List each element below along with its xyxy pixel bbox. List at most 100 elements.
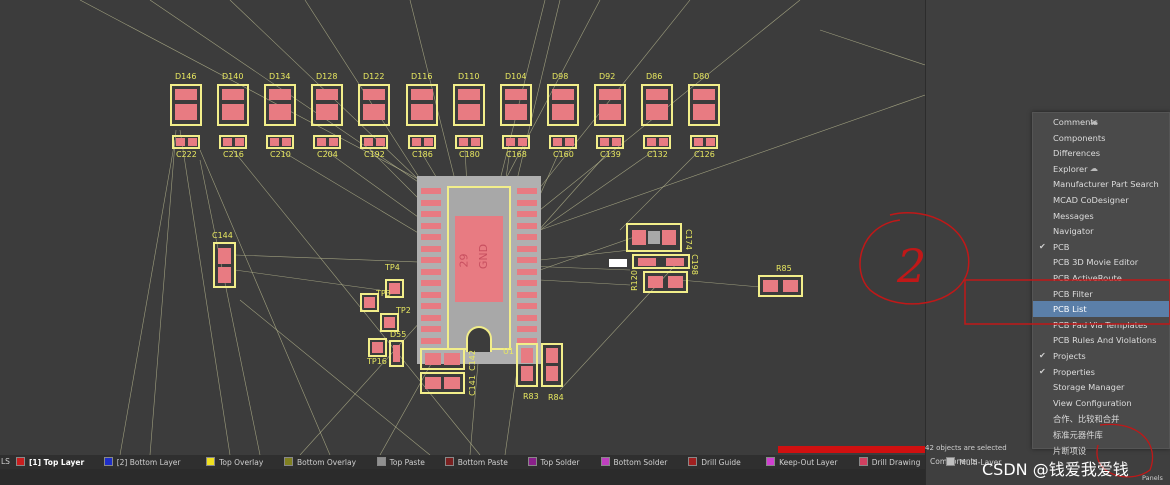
- layer-tab-8[interactable]: Drill Guide: [688, 457, 741, 467]
- panels-menu[interactable]: Comments ☁ Components Differences Explorer …: [1032, 112, 1170, 456]
- ratsnest-line: [199, 149, 331, 455]
- pad: [521, 348, 533, 363]
- panel-menu-item-20[interactable]: 标准元器件库: [1033, 426, 1169, 442]
- component-c192[interactable]: [360, 135, 388, 149]
- tab-panels[interactable]: Panels: [1142, 474, 1163, 482]
- status-selection-text: 42 objects are selected: [925, 444, 1007, 452]
- component-d80[interactable]: [688, 84, 720, 126]
- panel-menu-item-4[interactable]: Manufacturer Part Search: [1033, 176, 1169, 192]
- component-c132[interactable]: [643, 135, 671, 149]
- panel-menu-item-15[interactable]: ✔ Projects: [1033, 348, 1169, 364]
- component-d134[interactable]: [264, 84, 296, 126]
- pad: [553, 138, 562, 146]
- layer-tab-1[interactable]: [2] Bottom Layer: [103, 457, 181, 467]
- component-c141[interactable]: [420, 372, 465, 394]
- component-r120[interactable]: [643, 271, 688, 293]
- component-c198[interactable]: [632, 254, 690, 269]
- panel-menu-item-label: Manufacturer Part Search: [1053, 179, 1159, 190]
- component-d55[interactable]: [389, 340, 404, 367]
- component-r85[interactable]: [758, 275, 803, 297]
- ic-pin-number: 29: [457, 253, 471, 268]
- component-c126[interactable]: [690, 135, 718, 149]
- panel-menu-item-0[interactable]: Comments ☁: [1033, 114, 1169, 130]
- component-c160[interactable]: [549, 135, 577, 149]
- label-d128: D128: [316, 72, 338, 81]
- pad: [222, 89, 244, 100]
- component-c204[interactable]: [313, 135, 341, 149]
- component-c222[interactable]: [172, 135, 200, 149]
- panel-menu-item-14[interactable]: PCB Rules And Violations: [1033, 332, 1169, 348]
- panel-menu-item-7[interactable]: Navigator: [1033, 223, 1169, 239]
- component-c168[interactable]: [502, 135, 530, 149]
- pad: [647, 138, 656, 146]
- ic-footprint[interactable]: GND 29: [417, 176, 541, 364]
- ic-pin: [517, 211, 537, 217]
- layer-tab-4[interactable]: Top Paste: [376, 457, 425, 467]
- ic-pin: [421, 199, 441, 206]
- component-d146[interactable]: [170, 84, 202, 126]
- panel-menu-item-19[interactable]: 合作、比较和合并: [1033, 410, 1169, 426]
- small-pad-cluster: [609, 259, 627, 267]
- csdn-watermark: CSDN @钱爱我爱钱: [982, 460, 1129, 479]
- layer-tab-0[interactable]: [1] Top Layer: [16, 457, 84, 467]
- component-c210[interactable]: [266, 135, 294, 149]
- panel-menu-item-2[interactable]: Differences: [1033, 145, 1169, 161]
- pad: [458, 89, 480, 100]
- pad: [506, 138, 515, 146]
- component-d122[interactable]: [358, 84, 390, 126]
- panel-menu-item-label: Storage Manager: [1053, 382, 1125, 393]
- pcb-canvas[interactable]: D146 C222 D140 C216 D134 C210 D128 C204 D122 C192…: [0, 0, 925, 455]
- panel-menu-item-1[interactable]: Components: [1033, 130, 1169, 146]
- label-c132: C132: [647, 150, 668, 159]
- component-d128[interactable]: [311, 84, 343, 126]
- component-d86[interactable]: [641, 84, 673, 126]
- ic-pin: [421, 268, 441, 275]
- panel-menu-item-9[interactable]: PCB 3D Movie Editor: [1033, 254, 1169, 270]
- ratsnest-line: [619, 149, 701, 231]
- component-c180[interactable]: [455, 135, 483, 149]
- component-d104[interactable]: [500, 84, 532, 126]
- check-icon: ✔: [1039, 351, 1046, 360]
- panel-menu-item-10[interactable]: PCB ActiveRoute: [1033, 270, 1169, 286]
- panel-menu-item-16[interactable]: ✔ Properties: [1033, 364, 1169, 380]
- pad: [546, 348, 558, 363]
- component-d98[interactable]: [547, 84, 579, 126]
- layer-tab-7[interactable]: Bottom Solder: [600, 457, 667, 467]
- component-c144[interactable]: [213, 242, 236, 288]
- panel-menu-item-13[interactable]: PCB Pad Via Templates: [1033, 317, 1169, 333]
- panel-menu-item-6[interactable]: Messages: [1033, 208, 1169, 224]
- panel-menu-item-18[interactable]: View Configuration: [1033, 395, 1169, 411]
- layer-tab-5[interactable]: Bottom Paste: [444, 457, 508, 467]
- layer-tab-label: [2] Bottom Layer: [116, 458, 181, 467]
- component-c186[interactable]: [408, 135, 436, 149]
- panel-menu-item-17[interactable]: Storage Manager: [1033, 379, 1169, 395]
- panel-menu-item-12[interactable]: PCB List: [1033, 301, 1169, 317]
- panel-menu-item-5[interactable]: MCAD CoDesigner: [1033, 192, 1169, 208]
- component-c142[interactable]: [420, 348, 465, 370]
- component-r84[interactable]: [541, 343, 563, 387]
- component-tp3[interactable]: [360, 293, 379, 312]
- panel-menu-item-3[interactable]: Explorer ☁: [1033, 161, 1169, 177]
- component-d92[interactable]: [594, 84, 626, 126]
- component-d140[interactable]: [217, 84, 249, 126]
- panel-menu-item-21[interactable]: 片断项设: [1033, 442, 1169, 458]
- component-c216[interactable]: [219, 135, 247, 149]
- layer-tab-2[interactable]: Top Overlay: [206, 457, 263, 467]
- layer-tab-9[interactable]: Keep-Out Layer: [766, 457, 837, 467]
- component-d110[interactable]: [453, 84, 485, 126]
- layer-tab-3[interactable]: Bottom Overlay: [284, 457, 356, 467]
- ic-net-label: GND: [477, 243, 491, 270]
- panel-menu-item-8[interactable]: ✔ PCB: [1033, 239, 1169, 255]
- layer-tab-6[interactable]: Top Solder: [527, 457, 579, 467]
- layer-tab-10[interactable]: Drill Drawing: [858, 457, 920, 467]
- component-r83[interactable]: [516, 343, 538, 387]
- component-tp16[interactable]: [368, 338, 387, 357]
- pad: [329, 138, 338, 146]
- pad: [270, 138, 279, 146]
- label-r120: R120: [629, 270, 639, 291]
- component-c174[interactable]: [626, 223, 682, 252]
- panel-menu-item-11[interactable]: PCB Filter: [1033, 286, 1169, 302]
- component-d116[interactable]: [406, 84, 438, 126]
- pad: [425, 377, 441, 389]
- component-c139[interactable]: [596, 135, 624, 149]
